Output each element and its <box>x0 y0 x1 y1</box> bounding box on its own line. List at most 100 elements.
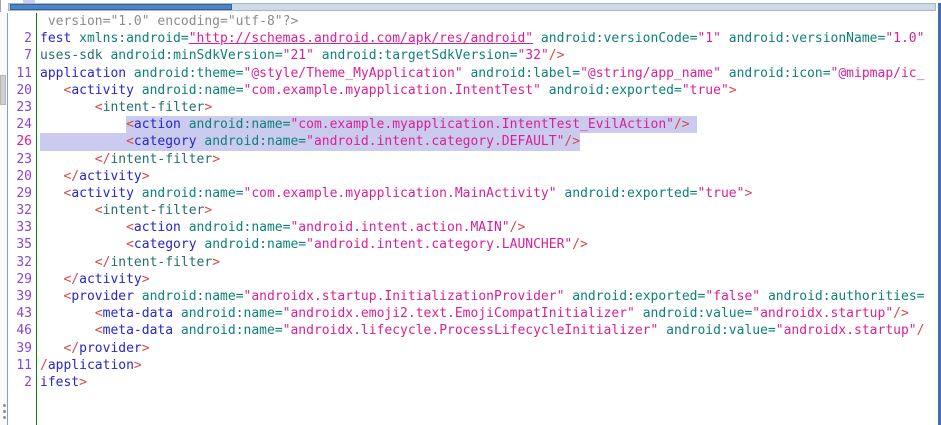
token-punct: </ <box>95 255 111 270</box>
code-line[interactable]: 39 <provider android:name="androidx.star… <box>8 288 938 305</box>
token-val: "androidx.startup" <box>776 323 917 338</box>
token-val: "1.0" <box>885 31 924 46</box>
token-attr: android:name <box>181 323 275 338</box>
token-tag: ifest <box>40 375 79 390</box>
token-punct: / <box>40 358 48 373</box>
token-attr: android:theme <box>134 66 236 81</box>
token-plain <box>134 186 142 201</box>
code-line[interactable]: 20 <activity android:name="com.example.m… <box>8 82 938 99</box>
token-punct: /> <box>510 220 526 235</box>
token-tagalt: intent-filter <box>110 152 212 167</box>
token-attr: android:exported <box>572 289 697 304</box>
vertical-scrollbar-thumb[interactable] <box>0 75 6 105</box>
token-plain <box>134 289 142 304</box>
code-line[interactable]: 29 </activity> <box>8 271 938 288</box>
token-val: "@style/Theme_MyApplication" <box>244 66 463 81</box>
token-attr: android:value <box>666 323 768 338</box>
code-line[interactable]: 43 <meta-data android:name="androidx.emo… <box>8 305 938 322</box>
token-val: "@mipmap/ic_ <box>831 66 925 81</box>
code-text: <meta-data android:name="androidx.emoji2… <box>40 305 909 322</box>
code-line[interactable]: 33 <action android:name="android.intent.… <box>8 219 938 236</box>
code-text: <meta-data android:name="androidx.lifecy… <box>40 322 924 339</box>
token-tagalt: intent-filter <box>103 100 205 115</box>
token-punct: / <box>917 323 925 338</box>
line-number: 2 <box>8 30 32 47</box>
token-val: "android.intent.category.DEFAULT" <box>306 134 564 149</box>
token-tagalt: uses-sdk <box>40 48 103 63</box>
horizontal-scrollbar[interactable] <box>8 3 936 11</box>
token-tag: action <box>134 220 181 235</box>
horizontal-scrollbar-thumb[interactable] <box>10 4 232 10</box>
token-attr: = <box>236 66 244 81</box>
token-attr: android:targetSdkVersion <box>322 48 510 63</box>
code-line[interactable]: 23 <intent-filter> <box>8 99 938 116</box>
token-plain <box>40 237 126 252</box>
scrollbar-grip-icon[interactable] <box>1 401 7 421</box>
token-punct: > <box>212 152 220 167</box>
token-tag: activity <box>79 272 142 287</box>
code-line[interactable]: 32 </intent-filter> <box>8 254 938 271</box>
code-line[interactable]: 2ifest> <box>8 374 938 391</box>
code-line[interactable]: 20 </activity> <box>8 168 938 185</box>
token-plain <box>533 31 541 46</box>
token-val: "androidx.startup.InitializationProvider… <box>244 289 565 304</box>
token-val: "32" <box>517 48 548 63</box>
token-attr: android:icon <box>729 66 823 81</box>
token-punct: < <box>126 220 134 235</box>
token-tag: activity <box>71 83 134 98</box>
token-punct: /> <box>564 134 580 149</box>
token-attr: = <box>275 48 283 63</box>
token-tag: fest <box>40 31 71 46</box>
code-text: fest xmlns:android="http://schemas.andro… <box>40 30 924 47</box>
line-number: 26 <box>8 133 32 150</box>
code-line[interactable]: 7uses-sdk android:minSdkVersion="21" and… <box>8 47 938 64</box>
line-number: 29 <box>8 271 32 288</box>
token-plain <box>721 66 729 81</box>
token-punct: < <box>95 306 103 321</box>
token-plain <box>173 323 181 338</box>
token-plain <box>173 306 181 321</box>
token-attr: = <box>674 83 682 98</box>
token-plain <box>721 31 729 46</box>
token-tag: application <box>40 66 126 81</box>
token-punct: < <box>126 134 134 149</box>
code-line[interactable]: 46 <meta-data android:name="androidx.lif… <box>8 322 938 339</box>
token-val: "com.example.myapplication.IntentTest_Ev… <box>290 117 674 132</box>
token-attr: android:name <box>204 237 298 252</box>
line-number: 29 <box>8 185 32 202</box>
token-punct: < <box>126 237 134 252</box>
code-line[interactable]: 35 <category android:name="android.inten… <box>8 236 938 253</box>
token-punct: > <box>142 272 150 287</box>
code-line[interactable]: 29 <activity android:name="com.example.m… <box>8 185 938 202</box>
vertical-scrollbar[interactable] <box>0 13 8 425</box>
token-plain <box>40 134 126 149</box>
code-editor[interactable]: version="1.0" encoding="utf-8"?>2 fest xm… <box>8 13 938 425</box>
token-punct: < <box>95 203 103 218</box>
token-plain <box>71 31 79 46</box>
code-line[interactable]: 2 fest xmlns:android="http://schemas.andr… <box>8 30 938 47</box>
token-punct: > <box>204 100 212 115</box>
token-punct: > <box>212 255 220 270</box>
token-attr: = <box>917 289 925 304</box>
code-line[interactable]: 11application android:theme="@style/Them… <box>8 65 938 82</box>
code-line[interactable]: 26 <category android:name="android.inten… <box>8 133 938 150</box>
token-punct: > <box>744 186 752 201</box>
token-attr: = <box>275 323 283 338</box>
code-line[interactable]: version="1.0" encoding="utf-8"?> <box>8 13 938 30</box>
token-attr: android:name <box>142 186 236 201</box>
window-edge <box>0 0 1 12</box>
code-line[interactable]: 11/application> <box>8 357 938 374</box>
token-plain <box>40 341 63 356</box>
token-plain <box>40 306 95 321</box>
token-val: "android.intent.category.LAUNCHER" <box>306 237 572 252</box>
code-line[interactable]: 24 <action android:name="com.example.mya… <box>8 116 938 133</box>
code-line[interactable]: 32 <intent-filter> <box>8 202 938 219</box>
token-plain <box>40 117 126 132</box>
code-text: /application> <box>40 357 142 374</box>
code-line[interactable]: 39 </provider> <box>8 340 938 357</box>
token-attr: android:name <box>181 306 275 321</box>
token-punct: /> <box>572 237 588 252</box>
token-val: "androidx.emoji2.text.EmojiCompatInitial… <box>283 306 635 321</box>
token-attr: = <box>768 323 776 338</box>
code-line[interactable]: 23 </intent-filter> <box>8 151 938 168</box>
